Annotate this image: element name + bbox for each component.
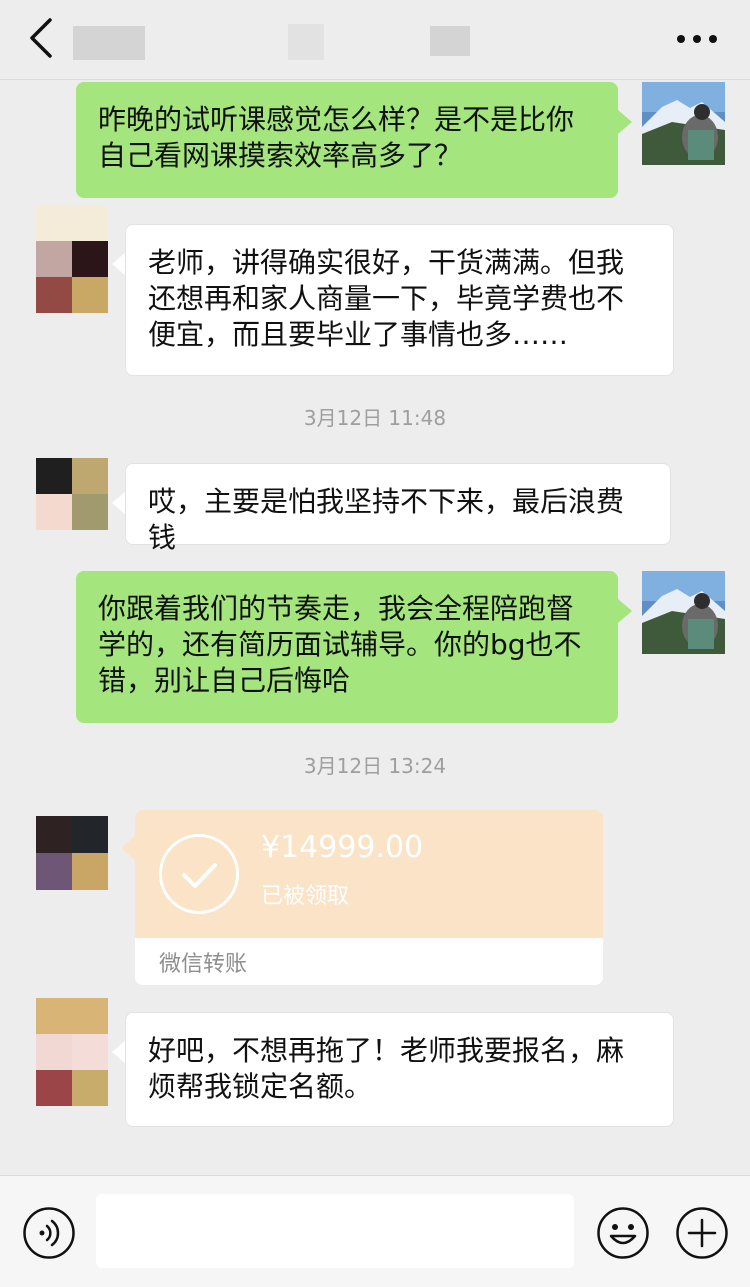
contact-avatar[interactable] (36, 998, 108, 1106)
blurred-title-block (430, 26, 470, 56)
timestamp: 3月12日 13:24 (303, 754, 447, 778)
transfer-status: 已被领取 (261, 884, 350, 909)
more-dots-icon (677, 35, 717, 43)
message-text: 老师，讲得确实很好，干货满满。但我还想再和家人商量一下，毕竟学费也不便宜，而且要… (148, 246, 625, 351)
my-avatar[interactable] (642, 571, 725, 654)
received-message-bubble[interactable]: 好吧，不想再拖了！老师我要报名，麻烦帮我锁定名额。 (125, 1012, 674, 1127)
bubble-tail (618, 110, 632, 134)
message-text: 哎，主要是怕我坚持不下来，最后浪费钱 (148, 485, 625, 554)
contact-avatar[interactable] (36, 458, 108, 530)
received-message-bubble[interactable]: 哎，主要是怕我坚持不下来，最后浪费钱 (125, 463, 671, 554)
blurred-title-block (288, 24, 324, 60)
emoji-button[interactable] (596, 1206, 650, 1260)
chevron-left-icon (30, 18, 52, 58)
bubble-tail (112, 491, 126, 515)
chat-header (0, 0, 750, 80)
bubble-tail (112, 252, 126, 276)
transfer-amount: ¥14999.00 (261, 830, 424, 865)
bubble-tail (112, 1040, 126, 1064)
transfer-label: 微信转账 (159, 952, 248, 977)
contact-avatar[interactable] (36, 816, 108, 890)
mountain-avatar-image (642, 571, 725, 654)
message-text: 好吧，不想再拖了！老师我要报名，麻烦帮我锁定名额。 (148, 1034, 625, 1103)
back-button[interactable] (22, 14, 62, 62)
transfer-card-bottom: 微信转账 (135, 938, 603, 985)
message-text: 昨晚的试听课感觉怎么样？是不是比你自己看网课摸索效率高多了？ (98, 103, 575, 172)
sent-message-bubble[interactable]: 昨晚的试听课感觉怎么样？是不是比你自己看网课摸索效率高多了？ (76, 82, 618, 198)
transfer-card[interactable]: ¥14999.00 已被领取 微信转账 (135, 810, 603, 985)
more-button[interactable] (674, 24, 724, 54)
received-message-bubble[interactable]: 老师，讲得确实很好，干货满满。但我还想再和家人商量一下，毕竟学费也不便宜，而且要… (125, 224, 674, 376)
emoji-icon (597, 1207, 649, 1259)
sent-message-bubble[interactable]: 你跟着我们的节奏走，我会全程陪跑督学的，还有简历面试辅导。你的bg也不错，别让自… (76, 571, 618, 723)
transfer-card-top: ¥14999.00 已被领取 (135, 810, 603, 938)
input-bar (0, 1175, 750, 1287)
mountain-avatar-image (642, 82, 725, 165)
my-avatar[interactable] (642, 82, 725, 165)
check-circle-icon (159, 834, 239, 914)
message-input[interactable] (96, 1194, 574, 1268)
bubble-tail (618, 599, 632, 623)
contact-avatar[interactable] (36, 205, 108, 313)
voice-button[interactable] (22, 1206, 76, 1260)
plus-button[interactable] (675, 1206, 729, 1260)
voice-icon (23, 1207, 75, 1259)
timestamp: 3月12日 11:48 (303, 406, 447, 430)
plus-circle-icon (676, 1207, 728, 1259)
message-text: 你跟着我们的节奏走，我会全程陪跑督学的，还有简历面试辅导。你的bg也不错，别让自… (98, 592, 582, 697)
blurred-title-block (73, 26, 145, 60)
bubble-tail (121, 836, 135, 860)
